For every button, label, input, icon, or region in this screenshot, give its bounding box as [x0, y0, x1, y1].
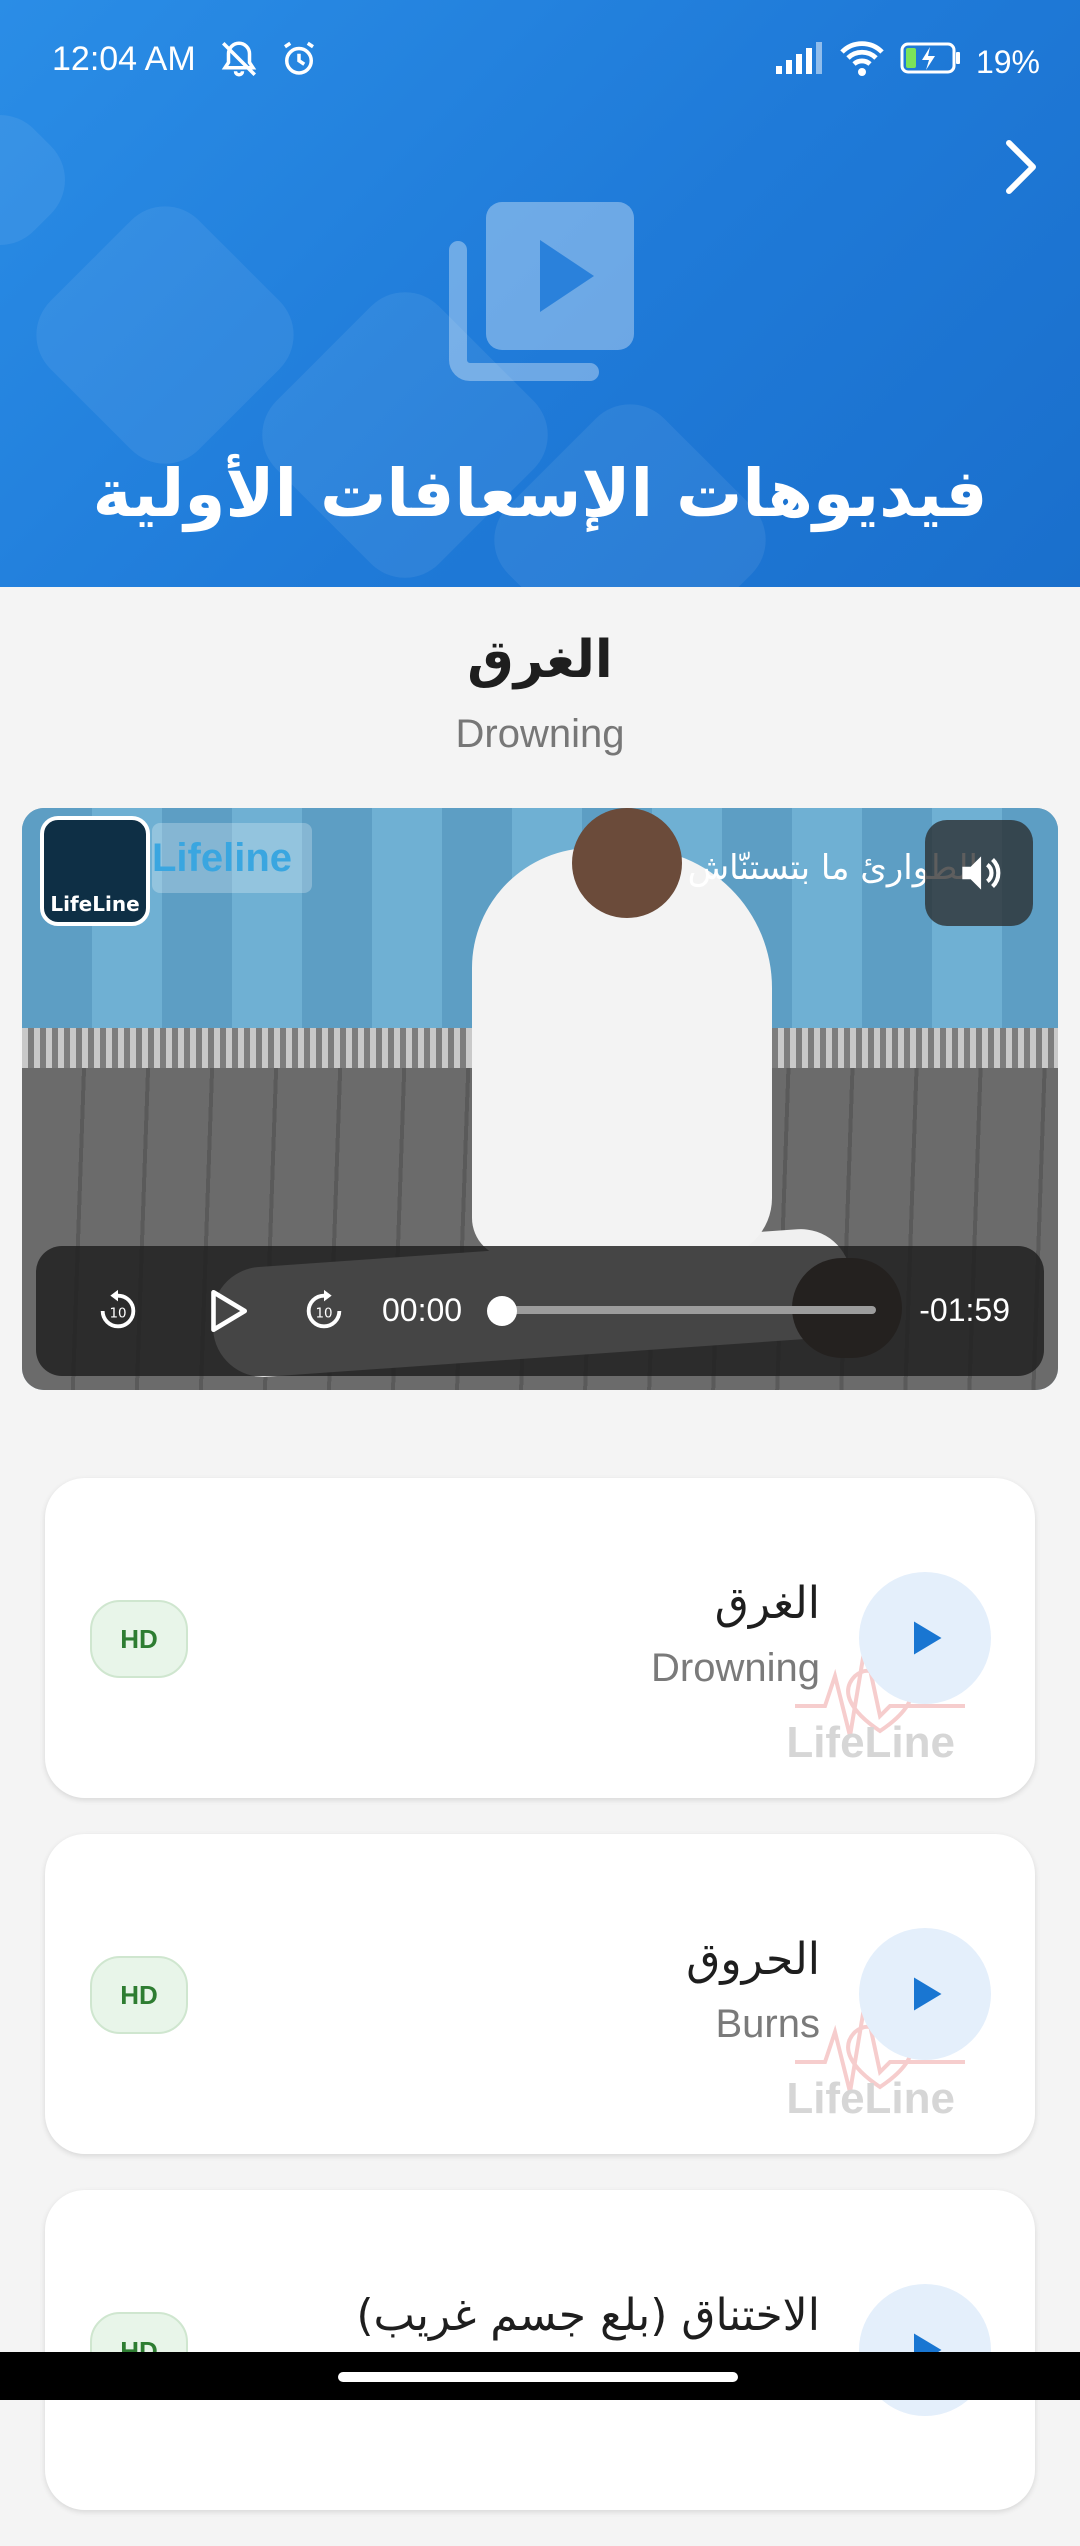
wifi-icon — [838, 38, 886, 87]
forward-10-icon: 10 — [306, 1289, 342, 1329]
video-title-arabic: الاختناق (بلع جسم غريب) — [356, 2290, 820, 2341]
volume-button[interactable] — [925, 820, 1033, 926]
video-title-arabic: الغرق — [714, 1578, 820, 1629]
battery-percentage: 19% — [975, 44, 1040, 80]
home-indicator[interactable] — [338, 2372, 738, 2382]
seek-bar[interactable] — [502, 1306, 876, 1314]
battery-charging-icon — [900, 41, 962, 84]
video-controls-bar: 10 10 00:00 -01:59 — [36, 1246, 1044, 1376]
lifeline-logo: LifeLine — [40, 816, 150, 926]
lifeline-watermark: LifeLine — [786, 2074, 955, 2123]
decorative-shape — [0, 95, 85, 265]
status-time: 12:04 AM — [52, 40, 196, 78]
play-icon — [211, 1289, 248, 1333]
remaining-time: -01:59 — [919, 1292, 1010, 1328]
play-icon — [914, 1977, 942, 2011]
svg-text:10: 10 — [315, 1307, 332, 1322]
page-title: فيديوهات الإسعافات الأولية — [92, 455, 988, 532]
volume-icon — [962, 856, 1001, 890]
video-card-choking[interactable]: HD الاختناق (بلع جسم غريب) — [45, 2190, 1035, 2510]
hd-badge: HD — [90, 1956, 188, 2034]
header-banner: 12:04 AM 19% فيديوهات الإسعافات الأولية — [0, 0, 1080, 587]
seek-thumb[interactable] — [487, 1296, 517, 1326]
video-watermark: Lifeline — [152, 823, 312, 893]
play-video-button[interactable] — [859, 1928, 991, 2060]
video-library-icon — [446, 200, 636, 390]
hd-badge: HD — [90, 1600, 188, 1678]
replay-10-button[interactable]: 10 — [88, 1281, 148, 1341]
video-player[interactable]: LifeLine Lifeline الطوارئ ما بتستنّاش 10… — [22, 808, 1058, 1390]
status-bar: 12:04 AM 19% — [0, 0, 1080, 120]
video-title-english: Burns — [715, 2002, 821, 2046]
bell-off-icon — [218, 38, 260, 89]
svg-text:10: 10 — [109, 1307, 126, 1322]
current-video-title-arabic: الغرق — [467, 630, 613, 690]
video-card-burns[interactable]: HD LifeLine الحروق Burns — [45, 1834, 1035, 2154]
play-button[interactable] — [196, 1281, 256, 1341]
play-icon — [914, 1621, 942, 1655]
video-title-arabic: الحروق — [686, 1934, 820, 1985]
video-title-english: Drowning — [651, 1646, 820, 1690]
current-time: 00:00 — [382, 1292, 463, 1328]
signal-icon — [774, 40, 824, 85]
next-button[interactable] — [986, 132, 1056, 202]
current-video-title-english: Drowning — [455, 712, 625, 756]
alarm-icon — [278, 38, 320, 89]
play-video-button[interactable] — [859, 1572, 991, 1704]
replay-10-icon: 10 — [100, 1289, 136, 1329]
video-card-drowning[interactable]: HD LifeLine الغرق Drowning — [45, 1478, 1035, 1798]
system-navigation-bar — [0, 2352, 1080, 2400]
forward-10-button[interactable]: 10 — [294, 1281, 354, 1341]
chevron-right-icon — [1006, 140, 1036, 194]
lifeline-watermark: LifeLine — [786, 1718, 955, 1767]
